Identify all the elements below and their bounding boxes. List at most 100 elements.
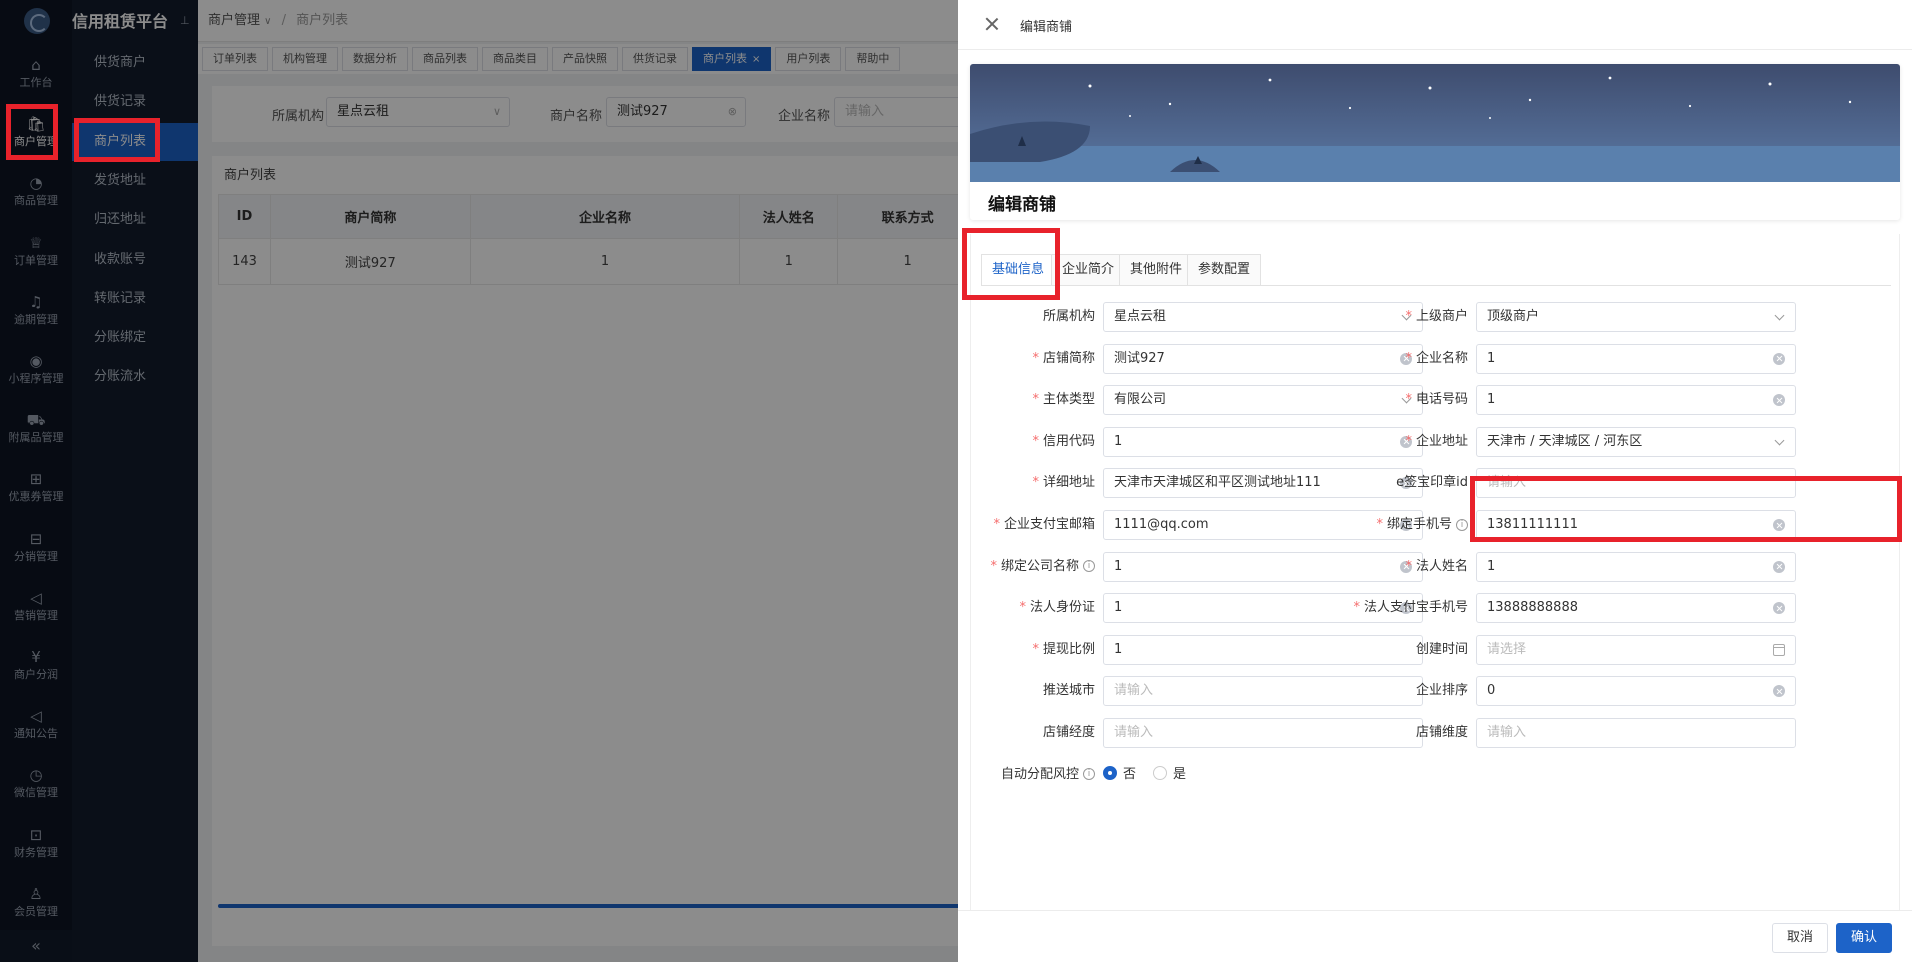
required-mark: * <box>1032 433 1039 449</box>
banner-illustration <box>970 64 1900 182</box>
clear-icon[interactable] <box>1773 560 1785 573</box>
field-label-text: 自动分配风控 <box>1000 766 1079 782</box>
field-label-text: 法人支付宝手机号 <box>1363 600 1468 616</box>
required-mark: * <box>1405 433 1412 449</box>
bind-phone-input[interactable]: 13811111111 <box>1476 510 1796 540</box>
field-value: 测试927 <box>1114 350 1165 366</box>
field-label-text: 上级商户 <box>1415 309 1468 324</box>
tab-other-attachments[interactable]: 其他附件 <box>1119 254 1194 286</box>
field-label-text: 提现比例 <box>1042 641 1095 657</box>
close-icon[interactable] <box>982 14 1002 34</box>
field-label-text: 企业排序 <box>1415 683 1468 699</box>
chevron-down-icon <box>1774 435 1785 446</box>
legal-alipay-phone-input[interactable]: 13888888888 <box>1476 593 1796 624</box>
tab-param-config[interactable]: 参数配置 <box>1187 254 1262 286</box>
radio-label: 否 <box>1123 766 1137 782</box>
field-value: 1 <box>1114 558 1123 574</box>
tab-divider <box>981 285 1891 286</box>
tab-company-intro[interactable]: 企业简介 <box>1051 254 1126 286</box>
company-addr-select[interactable]: 天津市 / 天津城区 / 河东区 <box>1476 426 1796 457</box>
field-label-text: 店铺维度 <box>1415 725 1468 740</box>
longitude-input[interactable]: 请输入 <box>1103 718 1423 748</box>
field-value: 1111@qq.com <box>1114 517 1209 532</box>
detail-addr-input[interactable]: 天津市天津城区和平区测试地址111 <box>1103 468 1423 499</box>
field-label-text: 所属机构 <box>1042 309 1095 324</box>
info-icon[interactable]: i <box>1083 560 1095 573</box>
info-icon[interactable]: i <box>1083 768 1095 781</box>
field-label-text: 法人姓名 <box>1415 558 1468 574</box>
field-value: 星点云租 <box>1114 309 1167 324</box>
phone-input[interactable]: 1 <box>1476 385 1796 416</box>
required-mark: * <box>1032 641 1039 657</box>
required-mark: * <box>1353 600 1360 616</box>
cancel-button[interactable]: 取消 <box>1772 923 1829 953</box>
detail-addr-label: * 详细地址 <box>1032 468 1095 498</box>
alipay-email-label: * 企业支付宝邮箱 <box>993 510 1095 540</box>
field-label-text: 店铺简称 <box>1042 350 1095 366</box>
latitude-input[interactable]: 请输入 <box>1476 718 1796 748</box>
field-label-text: 详细地址 <box>1042 475 1095 491</box>
parent-select[interactable]: 顶级商户 <box>1476 302 1796 332</box>
clear-icon[interactable] <box>1773 685 1785 698</box>
legal-name-input[interactable]: 1 <box>1476 551 1796 582</box>
chevron-down-icon <box>1774 310 1785 321</box>
esign-id-label: e签宝印章id <box>1396 468 1468 498</box>
bind-company-label: * 绑定公司名称 i <box>990 552 1095 582</box>
required-mark: * <box>990 558 997 574</box>
field-label-text: 信用代码 <box>1042 433 1095 449</box>
phone-label: * 电话号码 <box>1405 385 1468 415</box>
org-select[interactable]: 星点云租 <box>1103 302 1423 332</box>
field-label-text: 企业名称 <box>1415 350 1468 366</box>
required-mark: * <box>1405 392 1412 408</box>
drawer-header: 编辑商铺 <box>958 0 1912 50</box>
company-input[interactable]: 1 <box>1476 343 1796 374</box>
field-placeholder: 请输入 <box>1114 725 1154 740</box>
sort-label: 企业排序 <box>1416 676 1468 706</box>
field-label-text: 绑定手机号 <box>1386 517 1452 532</box>
field-label-text: 绑定公司名称 <box>1000 558 1079 574</box>
field-value: 天津市 / 天津城区 / 河东区 <box>1487 433 1643 449</box>
push-city-input[interactable]: 请输入 <box>1103 676 1423 707</box>
radio-option_yes[interactable]: 是 <box>1153 765 1186 785</box>
sort-input[interactable]: 0 <box>1476 676 1796 707</box>
field-placeholder: 请选择 <box>1487 641 1527 657</box>
alipay-email-input[interactable]: 1111@qq.com <box>1103 510 1423 540</box>
legal-id-label: * 法人身份证 <box>1019 593 1095 623</box>
required-mark: * <box>1405 350 1412 366</box>
radio-option_no[interactable]: 否 <box>1103 765 1136 785</box>
entity-type-select[interactable]: 有限公司 <box>1103 385 1423 416</box>
clear-icon[interactable] <box>1773 352 1785 365</box>
calendar-icon <box>1773 643 1785 656</box>
created-at-select[interactable]: 请选择 <box>1476 634 1796 665</box>
field-value: 0 <box>1487 683 1496 699</box>
clear-icon[interactable] <box>1773 602 1785 615</box>
field-label-text: 法人身份证 <box>1029 600 1095 616</box>
tab-basic-info[interactable]: 基础信息 <box>981 254 1056 286</box>
clear-icon[interactable] <box>1773 394 1785 407</box>
required-mark: * <box>1405 309 1412 324</box>
field-placeholder: 请输入 <box>1487 475 1527 491</box>
modal-overlay[interactable] <box>0 0 958 962</box>
field-value: 天津市天津城区和平区测试地址111 <box>1114 475 1321 491</box>
bind-company-input[interactable]: 1 <box>1103 551 1423 582</box>
clear-icon[interactable] <box>1773 519 1785 531</box>
required-mark: * <box>993 517 1000 532</box>
credit-code-label: * 信用代码 <box>1032 427 1095 457</box>
field-label-text: 企业支付宝邮箱 <box>1003 517 1095 532</box>
field-value: 1 <box>1487 392 1496 408</box>
credit-code-input[interactable]: 1 <box>1103 426 1423 457</box>
radio-dot-icon <box>1103 765 1117 780</box>
entity-type-label: * 主体类型 <box>1032 385 1095 415</box>
confirm-button[interactable]: 确认 <box>1836 923 1893 953</box>
field-label-text: 主体类型 <box>1042 392 1095 408</box>
shop-short-input[interactable]: 测试927 <box>1103 343 1423 374</box>
withdraw-ratio-input[interactable]: 1 <box>1103 634 1423 665</box>
org-label: 所属机构 <box>1043 302 1095 332</box>
edit-shop-drawer: 编辑商铺 编辑商铺 基础信息 企业简介 其他附件 参数配置 所属机构 星点云租 … <box>958 0 1912 962</box>
company-label: * 企业名称 <box>1405 344 1468 374</box>
banner-title: 编辑商铺 <box>988 195 1056 215</box>
radio-label: 是 <box>1173 766 1187 782</box>
info-icon[interactable]: i <box>1456 518 1468 531</box>
required-mark: * <box>1405 558 1412 574</box>
esign-id-input[interactable]: 请输入 <box>1476 468 1796 499</box>
